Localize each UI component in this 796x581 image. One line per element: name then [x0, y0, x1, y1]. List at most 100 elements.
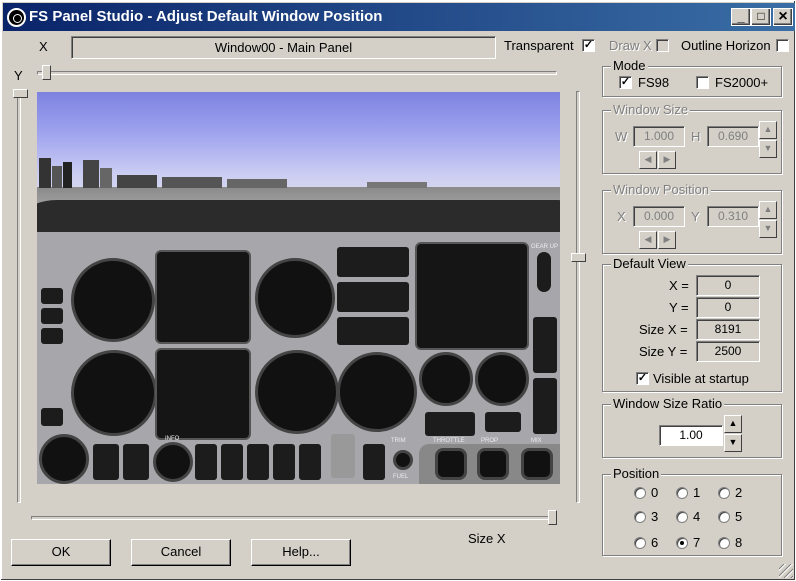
position-radio-4[interactable] [676, 511, 688, 523]
ratio-down-icon[interactable]: ▼ [724, 434, 742, 452]
size-down-icon[interactable]: ▼ [759, 140, 777, 158]
dv-sizey-field: 2500 [696, 341, 760, 362]
ok-button[interactable]: OK [11, 539, 111, 566]
switch-block [195, 444, 217, 480]
pos-left-icon[interactable]: ◀ [639, 231, 657, 249]
side-switch [41, 408, 63, 426]
engine-gauge [475, 352, 529, 406]
y-position-slider-track[interactable] [17, 91, 21, 503]
dv-sizex-field: 8191 [696, 319, 760, 340]
fs98-label: FS98 [638, 75, 670, 90]
position-radio-3[interactable] [634, 511, 646, 523]
trim-label: TRIM [391, 438, 406, 444]
title-bar[interactable]: FS Panel Studio - Adjust Default Window … [3, 3, 795, 31]
transparent-checkbox[interactable]: ✓ [582, 39, 595, 52]
transparent-label: Transparent [504, 38, 574, 53]
window-position-group: Window Position X 0.000 Y 0.310 ▲ ▼ ◀ ▶ [602, 182, 782, 254]
switch-panel [425, 412, 475, 436]
help-button[interactable]: Help... [251, 539, 351, 566]
window-size-ratio-group: Window Size Ratio 1.00 ▲ ▼ [602, 396, 782, 458]
position-radio-1[interactable] [676, 487, 688, 499]
size-y-slider-track[interactable] [576, 91, 580, 503]
small-gauge [153, 442, 193, 482]
switch-block [273, 444, 295, 480]
position-label-6: 6 [651, 535, 659, 550]
pos-up-icon[interactable]: ▲ [759, 201, 777, 219]
size-x-label: Size X [468, 531, 506, 546]
radio-slot [337, 317, 409, 345]
mix-label: MIX [531, 438, 542, 444]
size-up-icon[interactable]: ▲ [759, 121, 777, 139]
visible-startup-label: Visible at startup [653, 371, 749, 386]
x-axis-label: X [39, 39, 48, 54]
default-view-title: Default View [611, 256, 688, 271]
check-icon: ✓ [620, 76, 631, 88]
pos-y-field[interactable]: 0.310 [707, 206, 759, 227]
trim-knob [393, 450, 413, 470]
dv-y-field: 0 [696, 297, 760, 318]
h-field[interactable]: 0.690 [707, 126, 759, 147]
building [367, 182, 427, 188]
x-position-slider-track[interactable] [37, 71, 557, 75]
ratio-up-icon[interactable]: ▲ [724, 415, 742, 433]
building [39, 158, 51, 188]
vsi-gauge [255, 350, 339, 434]
w-field[interactable]: 1.000 [633, 126, 685, 147]
building [63, 162, 72, 188]
window-title: FS Panel Studio - Adjust Default Window … [29, 8, 383, 25]
pos-right-icon[interactable]: ▶ [658, 231, 676, 249]
pos-x-field[interactable]: 0.000 [633, 206, 685, 227]
position-group: Position 0 1 2 3 4 5 6 7 8 [602, 466, 782, 556]
info-label: INFO [165, 436, 180, 442]
fs2000-checkbox[interactable] [696, 76, 709, 89]
x-position-slider-thumb[interactable] [42, 65, 51, 80]
outline-horizon-label: Outline Horizon [681, 38, 771, 53]
switch-block [247, 444, 269, 480]
position-label-7: 7 [693, 535, 701, 550]
building [162, 177, 222, 188]
minimize-button[interactable]: _ [731, 8, 751, 26]
y-axis-label: Y [14, 68, 23, 83]
outline-horizon-checkbox[interactable] [776, 39, 789, 52]
pos-down-icon[interactable]: ▼ [759, 220, 777, 238]
building [83, 160, 99, 188]
size-left-icon[interactable]: ◀ [639, 151, 657, 169]
panel-preview[interactable]: GEAR UP INFO TRIM FUEL THROTTLE PROP MIX [37, 92, 560, 484]
position-label-5: 5 [735, 509, 743, 524]
cancel-button[interactable]: Cancel [131, 539, 231, 566]
position-radio-0[interactable] [634, 487, 646, 499]
altimeter-gauge [255, 258, 335, 338]
y-position-slider-thumb[interactable] [13, 89, 28, 98]
radio-stack [415, 242, 529, 350]
dv-x-label: X = [669, 278, 689, 293]
size-y-slider-thumb[interactable] [571, 253, 586, 262]
drawx-checkbox[interactable] [656, 39, 669, 52]
visible-startup-checkbox[interactable]: ✓ [636, 372, 649, 385]
position-radio-6[interactable] [634, 537, 646, 549]
position-radio-7[interactable] [676, 537, 688, 549]
radio-slot [337, 247, 409, 277]
switch-block [93, 444, 119, 480]
position-radio-8[interactable] [718, 537, 730, 549]
mode-group: Mode ✓ FS98 FS2000+ [602, 58, 782, 97]
size-x-slider-thumb[interactable] [548, 510, 557, 525]
drawx-label: Draw X [609, 38, 652, 53]
resize-grip-icon[interactable] [779, 564, 793, 578]
close-button[interactable]: × [773, 8, 793, 26]
position-label-8: 8 [735, 535, 743, 550]
airspeed-gauge [71, 258, 155, 342]
size-right-icon[interactable]: ▶ [658, 151, 676, 169]
radio-slot [337, 282, 409, 312]
window-name-field: Window00 - Main Panel [71, 36, 496, 59]
maximize-button[interactable]: □ [751, 8, 771, 26]
position-radio-5[interactable] [718, 511, 730, 523]
fs98-checkbox[interactable]: ✓ [619, 76, 632, 89]
position-radio-2[interactable] [718, 487, 730, 499]
mixture-knob [521, 448, 553, 480]
annunciator [533, 378, 557, 434]
prop-knob [477, 448, 509, 480]
side-switch [41, 308, 63, 324]
gear-label: GEAR UP [531, 244, 559, 250]
ratio-field[interactable]: 1.00 [659, 425, 723, 446]
size-x-slider-track[interactable] [31, 516, 556, 520]
